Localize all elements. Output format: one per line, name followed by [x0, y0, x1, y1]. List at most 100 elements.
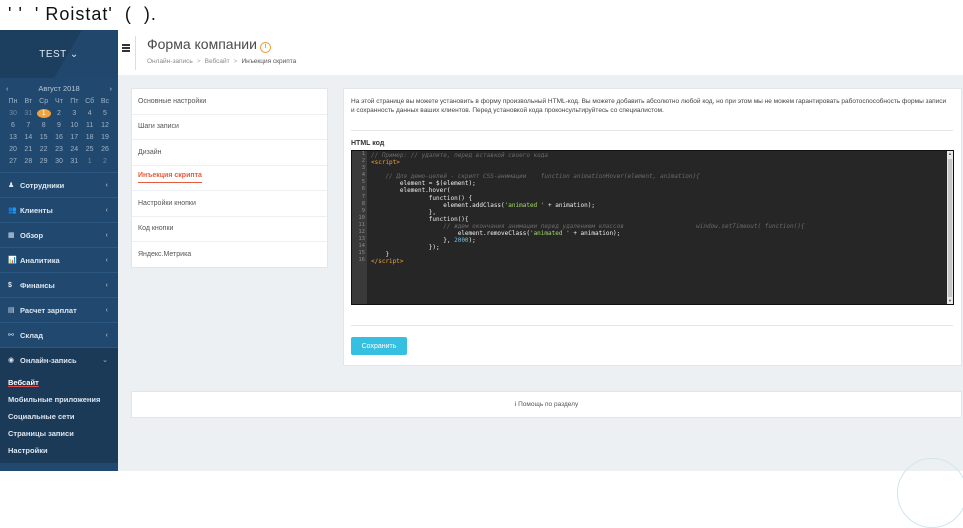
- menu-item-label: Дизайн: [138, 148, 162, 156]
- menu-item-button-code[interactable]: Код кнопки: [132, 217, 327, 242]
- calendar-day[interactable]: 13: [6, 133, 20, 142]
- code-label: HTML код: [351, 140, 385, 147]
- calendar-next-button[interactable]: ›: [110, 84, 113, 93]
- menu-item-button-settings[interactable]: Настройки кнопки: [132, 191, 327, 217]
- menu-item-label: Основные настройки: [138, 97, 207, 105]
- menu-item-label: Код кнопки: [138, 225, 174, 233]
- caption-part: ' ': [8, 4, 23, 24]
- calendar-day[interactable]: 31: [67, 157, 81, 166]
- sidebar-item-analytics[interactable]: 📊 Аналитика ‹: [0, 247, 118, 272]
- calendar-day[interactable]: 20: [6, 145, 20, 154]
- calendar-day[interactable]: 22: [37, 145, 51, 154]
- calendar-day[interactable]: 29: [37, 157, 51, 166]
- code-line: function(){: [371, 215, 469, 223]
- code-line: // Пример: // удалите, перед вставкой св…: [371, 152, 549, 159]
- calendar-day[interactable]: 8: [37, 121, 51, 130]
- calendar-week: 30 31 1 2 3 4 5: [6, 109, 112, 118]
- info-icon[interactable]: i: [259, 42, 271, 53]
- calendar-day[interactable]: 2: [98, 157, 112, 166]
- calendar-day[interactable]: 30: [6, 109, 20, 118]
- chevron-left-icon: ‹: [105, 281, 108, 289]
- menu-item-script-injection[interactable]: Инъекция скрипта: [132, 166, 327, 191]
- info-icon: i: [514, 401, 517, 408]
- breadcrumb-item[interactable]: Вебсайт: [205, 58, 230, 65]
- code-line: });: [371, 244, 440, 252]
- sidebar-item-warehouse[interactable]: ⚯ Склад ‹: [0, 322, 118, 347]
- calendar-day[interactable]: 17: [67, 133, 81, 142]
- calendar-day[interactable]: 9: [52, 121, 66, 130]
- chevron-left-icon: ‹: [105, 331, 108, 339]
- calendar-weekdays: Пн Вт Ср Чт Пт Сб Вс: [6, 97, 112, 106]
- menu-toggle-icon[interactable]: [122, 44, 130, 52]
- sidebar-item-finance[interactable]: $ Финансы ‹: [0, 272, 118, 297]
- calendar-day-today[interactable]: 1: [36, 109, 51, 118]
- sidebar-subitem-social[interactable]: Социальные сети: [0, 408, 118, 425]
- scroll-down-icon[interactable]: ▼: [947, 298, 953, 304]
- calendar-day[interactable]: 28: [21, 157, 35, 166]
- calendar-day[interactable]: 14: [21, 133, 35, 142]
- calendar-day[interactable]: 27: [6, 157, 20, 166]
- calendar-day[interactable]: 11: [83, 121, 97, 130]
- chat-widget-icon[interactable]: [897, 458, 963, 528]
- menu-item-steps[interactable]: Шаги записи: [132, 115, 327, 140]
- boxes-icon: ⚯: [8, 332, 14, 339]
- calculator-icon: ▤: [8, 307, 15, 314]
- sidebar-subitem-booking-pages[interactable]: Страницы записи: [0, 425, 118, 442]
- calendar-day[interactable]: 31: [21, 109, 35, 118]
- sidebar-item-label: Аналитика: [20, 255, 60, 265]
- breadcrumb-item[interactable]: Онлайн-запись: [147, 58, 193, 65]
- sidebar-item-label: Сотрудники: [20, 180, 65, 190]
- caption-part: (: [124, 4, 132, 24]
- code-line: <script>: [371, 159, 400, 167]
- weekday: Пт: [70, 98, 79, 105]
- code-line: // ждем окончания анимации перед удалени…: [371, 222, 805, 230]
- sidebar-subitem-website[interactable]: Вебсайт: [0, 374, 118, 391]
- calendar-day[interactable]: 12: [98, 121, 112, 130]
- scrollbar-thumb[interactable]: [948, 159, 952, 297]
- calendar-day[interactable]: 6: [6, 121, 20, 130]
- sidebar-item-overview[interactable]: ▦ Обзор ‹: [0, 222, 118, 247]
- code-line: // Для демо-целей - скрипт CSS-анимации …: [371, 173, 700, 181]
- calendar-day[interactable]: 5: [98, 109, 112, 118]
- sidebar-item-employees[interactable]: ♟ Сотрудники ‹: [0, 172, 118, 197]
- line-number: 8: [361, 200, 365, 207]
- scrollbar[interactable]: ▲ ▼: [947, 151, 953, 304]
- calendar-day[interactable]: 19: [98, 133, 112, 142]
- sidebar-item-payroll[interactable]: ▤ Расчет зарплат ‹: [0, 297, 118, 322]
- calendar-day[interactable]: 7: [21, 121, 35, 130]
- sidebar-item-online-booking[interactable]: ◉ Онлайн-запись ⌄: [0, 347, 118, 372]
- code-line: element = $(element);: [371, 180, 476, 188]
- calendar-day[interactable]: 21: [21, 145, 35, 154]
- calendar-day[interactable]: 1: [83, 157, 97, 166]
- calendar-day[interactable]: 4: [83, 109, 97, 118]
- calendar-day[interactable]: 26: [98, 145, 112, 154]
- sidebar-subitem-mobile-apps[interactable]: Мобильные приложения: [0, 391, 118, 408]
- html-code-editor[interactable]: 1 2 3 4 5 6 7 8 9 10 11 12 13 14 15 16 /…: [351, 150, 954, 305]
- calendar-day[interactable]: 24: [67, 145, 81, 154]
- save-button[interactable]: Сохранить: [351, 337, 407, 355]
- menu-item-basic-settings[interactable]: Основные настройки: [132, 89, 327, 115]
- calendar-day[interactable]: 23: [52, 145, 66, 154]
- users-icon: 👥: [8, 207, 17, 214]
- line-number: 12: [358, 229, 365, 236]
- help-bar[interactable]: i Помощь по разделу: [131, 391, 962, 418]
- chevron-left-icon: ‹: [105, 206, 108, 214]
- calendar-day[interactable]: 2: [52, 109, 66, 118]
- calendar-day[interactable]: 25: [83, 145, 97, 154]
- calendar-prev-button[interactable]: ‹: [6, 84, 9, 93]
- sidebar-item-clients[interactable]: 👥 Клиенты ‹: [0, 197, 118, 222]
- code-line: </script>: [371, 258, 404, 266]
- calendar-day[interactable]: 15: [37, 133, 51, 142]
- calendar-day[interactable]: 10: [67, 121, 81, 130]
- account-switcher[interactable]: TEST ⌄: [0, 30, 118, 78]
- calendar-day[interactable]: 16: [52, 133, 66, 142]
- calendar-day[interactable]: 18: [83, 133, 97, 142]
- menu-item-yandex-metrika[interactable]: Яндекс.Метрика: [132, 242, 327, 268]
- calendar-day[interactable]: 30: [52, 157, 66, 166]
- scroll-up-icon[interactable]: ▲: [947, 151, 953, 157]
- menu-item-design[interactable]: Дизайн: [132, 140, 327, 166]
- sidebar-nav: ♟ Сотрудники ‹ 👥 Клиенты ‹ ▦ Обзор ‹ 📊 А…: [0, 172, 118, 463]
- calendar-day[interactable]: 3: [67, 109, 81, 118]
- sidebar-subitem-settings[interactable]: Настройки: [0, 442, 118, 459]
- sidebar-item-label: Обзор: [20, 230, 44, 240]
